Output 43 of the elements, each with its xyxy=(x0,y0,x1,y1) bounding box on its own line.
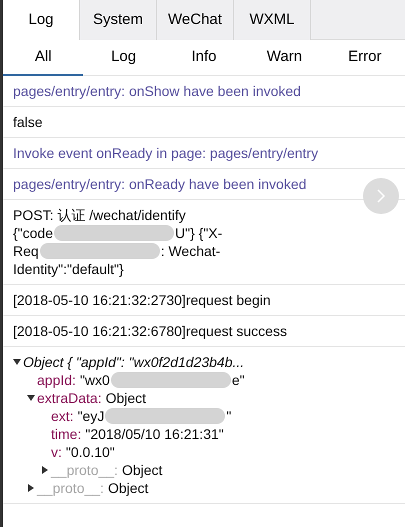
log-text: "0.0.10" xyxy=(66,443,115,461)
log-text: Identity":"default"} xyxy=(13,260,124,278)
log-text: {"code xyxy=(13,224,54,242)
log-text: [2018-05-10 16:21:32:2730]request begin xyxy=(13,291,271,309)
caret-icon[interactable] xyxy=(27,394,35,402)
log-text: U"} {"X- xyxy=(175,224,222,242)
property-key: __proto__: xyxy=(37,479,104,497)
caret-icon[interactable] xyxy=(13,358,21,366)
property-key: appId: xyxy=(37,371,76,389)
tab[interactable]: System xyxy=(80,0,157,40)
log-text: " xyxy=(226,407,232,425)
tab[interactable]: WeChat xyxy=(157,0,234,40)
log-text: pages/entry/entry: onReady have been invoked xyxy=(13,175,306,193)
tab[interactable]: WXML xyxy=(234,0,311,40)
log-text: POST: 认证 /wechat/identify xyxy=(13,206,186,224)
property-key: __proto__: xyxy=(51,461,118,479)
object-summary: Object { "appId": "wx0f2d1d23b4b... xyxy=(23,353,244,371)
log-text: Object xyxy=(122,461,162,479)
log-text: "eyJ xyxy=(78,407,104,425)
filter-tab[interactable]: All xyxy=(3,40,84,76)
log-text: Invoke event onReady in page: pages/entry/entry xyxy=(13,144,318,162)
filter-tab[interactable]: Warn xyxy=(244,40,325,76)
filter-tab[interactable]: Error xyxy=(324,40,405,76)
property-key: v: xyxy=(51,443,62,461)
property-key: ext: xyxy=(51,407,74,425)
property-key: extraData: xyxy=(37,389,102,407)
caret-icon[interactable] xyxy=(41,466,49,474)
filter-tab[interactable]: Info xyxy=(164,40,244,76)
filter-tab[interactable]: Log xyxy=(83,40,164,76)
log-text: "wx0 xyxy=(80,371,110,389)
log-text: : Wechat- xyxy=(160,242,220,260)
log-text: false xyxy=(13,113,43,131)
caret-icon[interactable] xyxy=(27,484,35,492)
log-text: pages/entry/entry: onShow have been invoked xyxy=(13,82,301,100)
log-text: "2018/05/10 16:21:31" xyxy=(85,425,224,443)
log-text: [2018-05-10 16:21:32:6780]request success xyxy=(13,322,287,340)
chevron-right-icon xyxy=(377,189,385,203)
log-text: Req xyxy=(13,242,39,260)
property-key: time: xyxy=(51,425,82,443)
log-text: e" xyxy=(232,371,245,389)
log-text: Object xyxy=(108,479,148,497)
tab[interactable]: Log xyxy=(3,0,80,40)
log-text: Object xyxy=(106,389,146,407)
